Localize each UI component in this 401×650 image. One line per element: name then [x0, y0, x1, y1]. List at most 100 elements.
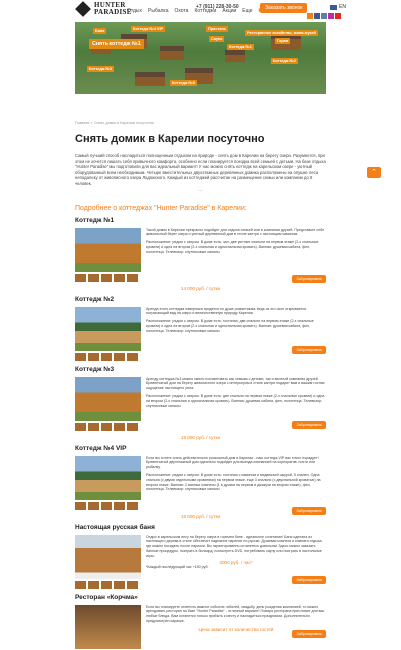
- cottage-photo[interactable]: [75, 604, 141, 649]
- logo-line2: PARADISE: [94, 8, 132, 16]
- hero-title-label[interactable]: Снять коттедж №1: [89, 39, 144, 49]
- social-icon[interactable]: [328, 13, 334, 19]
- book-button[interactable]: Забронировать: [292, 575, 326, 584]
- cottage-extra: Расположение: рядом с озером. В доме ест…: [146, 393, 325, 408]
- thumb[interactable]: [127, 422, 138, 431]
- cottage-price: 16 000 руб. / сутки: [180, 513, 221, 519]
- chevron-up-icon: ⌃: [371, 169, 377, 176]
- breadcrumb: Главная » Снять домик в Карелии посуточн…: [75, 121, 401, 125]
- hero-label[interactable]: Коттедж №4 VIP: [131, 26, 166, 32]
- thumb[interactable]: [75, 352, 86, 361]
- social-icon[interactable]: [314, 13, 320, 19]
- language-switch[interactable]: EN: [339, 4, 346, 10]
- cottage-extra: Расположение: рядом с озером. В доме ест…: [146, 240, 319, 254]
- hero-label[interactable]: Коттедж №3: [87, 66, 114, 72]
- breadcrumb-current: Снять домик в Карелии посуточно: [93, 121, 155, 125]
- hero-label[interactable]: Коттедж №2: [271, 58, 298, 64]
- thumb[interactable]: [88, 580, 99, 589]
- cottage-text: Если вы планируете отметить важное событ…: [146, 604, 325, 623]
- cottage-title: Коттедж №1: [75, 216, 115, 224]
- cottage-text: Отдых в карельском лесу на берегу озера …: [146, 534, 323, 558]
- cottage-price: 15 000 руб. / сутки: [180, 434, 221, 440]
- book-button[interactable]: Забронировать: [292, 274, 326, 283]
- cottage-card: Коттедж №3 Аренду коттеджа №3 можно смел…: [75, 366, 326, 440]
- thumb[interactable]: [88, 352, 99, 361]
- book-button[interactable]: Забронировать: [292, 506, 326, 515]
- thumb[interactable]: [101, 501, 112, 510]
- hero-label[interactable]: Ресторанное хозяйство, мини-музей: [245, 30, 318, 36]
- page-title: Снять домик в Карелии посуточно: [75, 133, 265, 145]
- thumb[interactable]: [127, 580, 138, 589]
- cottage-title: Настоящая русская баня: [75, 523, 155, 531]
- cottage-title: Коттедж №4 VIP: [75, 444, 127, 452]
- book-button[interactable]: Забронировать: [292, 420, 326, 429]
- hero-label[interactable]: Пристань: [206, 26, 229, 32]
- thumb[interactable]: [75, 501, 86, 510]
- thumb[interactable]: [75, 422, 86, 431]
- nav-item[interactable]: Еще: [242, 8, 252, 14]
- nav-item[interactable]: Рыбалка: [148, 8, 168, 14]
- book-button[interactable]: Забронировать: [292, 345, 326, 354]
- hero-label[interactable]: Сауна: [209, 36, 225, 42]
- thumb[interactable]: [127, 352, 138, 361]
- social-icon[interactable]: [307, 13, 313, 19]
- cottage-text: Такой домик в Карелии прекрасно подойдет…: [146, 227, 325, 237]
- cottage-extra: Расположение: рядом с озером. В доме ест…: [146, 472, 321, 492]
- cottage-title: Ресторан «Корчма»: [75, 593, 138, 601]
- cottage-photo[interactable]: [75, 306, 141, 351]
- thumb[interactable]: [114, 501, 125, 510]
- thumb[interactable]: [75, 273, 86, 282]
- thumb[interactable]: [101, 580, 112, 589]
- hero-map: Баня Коттедж №4 VIP Пристань Ресторанное…: [75, 22, 326, 94]
- thumb[interactable]: [127, 273, 138, 282]
- thumb[interactable]: [88, 422, 99, 431]
- cottage-title: Коттедж №2: [75, 295, 115, 303]
- scroll-up-button[interactable]: ⌃: [367, 167, 381, 178]
- cottage-extra: *Каждый последующий час +150 руб.: [146, 565, 209, 570]
- nav-item[interactable]: Охота: [175, 8, 189, 14]
- more-indicator: ...: [198, 186, 203, 193]
- thumb[interactable]: [114, 273, 125, 282]
- thumb[interactable]: [101, 422, 112, 431]
- cottage-card: Ресторан «Корчма» Если вы планируете отм…: [75, 594, 326, 649]
- cottage-card: Коттедж №2 Аренда этого коттеджа наверня…: [75, 296, 326, 361]
- thumb[interactable]: [101, 273, 112, 282]
- social-icon[interactable]: [321, 13, 327, 19]
- logo[interactable]: HUNTER PARADISE: [75, 1, 132, 17]
- hero-label[interactable]: Баня: [93, 28, 107, 34]
- phone-number[interactable]: +7 (911) 228-30-50: [196, 4, 239, 10]
- cottage-photo[interactable]: [75, 227, 141, 272]
- breadcrumb-home[interactable]: Главная: [75, 121, 89, 125]
- top-bar: HUNTER PARADISE Отдых Рыбалка Охота Котте…: [0, 0, 401, 22]
- thumb[interactable]: [114, 352, 125, 361]
- thumb[interactable]: [127, 501, 138, 510]
- hero-label[interactable]: Коттедж №5: [170, 80, 197, 86]
- thumb[interactable]: [101, 352, 112, 361]
- call-request-button[interactable]: Заказать звонок: [260, 3, 308, 13]
- thumb[interactable]: [88, 273, 99, 282]
- hero-label[interactable]: Коттедж №1: [227, 44, 254, 50]
- book-button[interactable]: Забронировать: [292, 629, 326, 638]
- cottage-extra: Расположение: рядом с озером. В доме ест…: [146, 319, 314, 333]
- cottage-photo[interactable]: [75, 376, 141, 421]
- breadcrumb-separator: »: [90, 121, 93, 125]
- cottage-title: Коттедж №3: [75, 365, 115, 373]
- cottage-text: Если вы хотите снять действительно роско…: [146, 455, 319, 470]
- cottage-card: Настоящая русская баня Отдых в карельско…: [75, 524, 326, 589]
- cottage-text: Аренду коттеджа №3 можно смело посоветов…: [146, 376, 325, 391]
- hero-label[interactable]: Гараж: [275, 38, 291, 44]
- cottage-photo[interactable]: [75, 455, 141, 500]
- cottage-photo[interactable]: [75, 534, 141, 579]
- cottage-card: Коттедж №1 Такой домик в Карелии прекрас…: [75, 217, 326, 291]
- section-title: Подробнее о коттеджах "Hunter Paradise" …: [75, 204, 247, 212]
- cottage-price: 14 000 руб. / сутки: [180, 285, 221, 291]
- logo-emblem-icon: [75, 1, 91, 17]
- cottage-card: Коттедж №4 VIP Если вы хотите снять дейс…: [75, 445, 326, 519]
- social-icon[interactable]: [335, 13, 341, 19]
- cottage-text: Аренда этого коттеджа наверняка придется…: [146, 306, 306, 316]
- thumb[interactable]: [75, 580, 86, 589]
- flag-en-icon[interactable]: [330, 4, 337, 10]
- thumb[interactable]: [114, 580, 125, 589]
- thumb[interactable]: [88, 501, 99, 510]
- thumb[interactable]: [114, 422, 125, 431]
